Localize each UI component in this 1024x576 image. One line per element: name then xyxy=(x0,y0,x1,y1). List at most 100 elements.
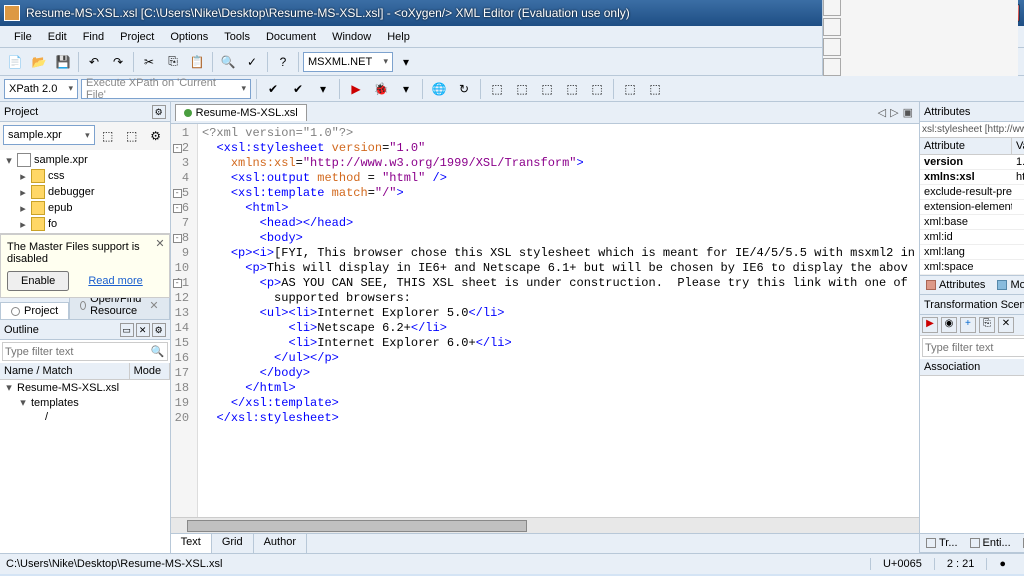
find-icon[interactable]: 🔍 xyxy=(217,51,239,73)
project-combo[interactable]: sample.xpr xyxy=(3,125,95,145)
trans-dup-icon[interactable]: ⎘ xyxy=(979,317,995,333)
col-mode[interactable]: Mode xyxy=(130,363,170,379)
attr-row[interactable]: extension-element-p... xyxy=(920,200,1024,215)
help-icon[interactable]: ? xyxy=(272,51,294,73)
bottom-tab[interactable]: Enti... xyxy=(964,534,1017,552)
outline-close-icon[interactable]: ✕ xyxy=(136,323,150,337)
tool-icon-2[interactable]: ⬚ xyxy=(511,78,533,100)
dropdown-icon[interactable]: ▾ xyxy=(395,51,417,73)
attr-col-value[interactable]: Value xyxy=(1012,138,1024,154)
perspective-icon-4[interactable] xyxy=(823,58,841,76)
tab-attributes[interactable]: Attributes xyxy=(920,276,991,294)
trans-filter-input[interactable] xyxy=(925,341,1024,354)
tree-item[interactable]: ▸debugger xyxy=(4,184,166,200)
cut-icon[interactable]: ✂ xyxy=(138,51,160,73)
outline-item[interactable]: / xyxy=(0,410,170,424)
tree-item[interactable]: ▸fo xyxy=(4,216,166,232)
attr-row[interactable]: xmlns:xslhttp://www.w3.org/... xyxy=(920,170,1024,185)
code-editor[interactable]: 1-234-5-67-8910-11121314151617181920 <?x… xyxy=(171,124,919,517)
proj-settings-icon[interactable]: ⚙ xyxy=(145,125,167,147)
project-tree[interactable]: ▾sample.xpr▸css▸debugger▸epub▸fo▸import xyxy=(0,150,170,234)
menu-edit[interactable]: Edit xyxy=(40,28,75,46)
attr-row[interactable]: xml:lang xyxy=(920,245,1024,260)
open-icon[interactable]: 📂 xyxy=(28,51,50,73)
perspective-icon-1[interactable] xyxy=(823,0,841,16)
tool-icon-3[interactable]: ⬚ xyxy=(536,78,558,100)
search-icon[interactable]: 🔍 xyxy=(151,345,165,358)
attr-col-name[interactable]: Attribute xyxy=(920,138,1012,154)
outline-panel-header: Outline ▭ ✕ ⚙ xyxy=(0,320,170,340)
tab-max-icon[interactable]: ▣ xyxy=(903,106,913,119)
tool-icon-1[interactable]: ⬚ xyxy=(486,78,508,100)
outline-min-icon[interactable]: ▭ xyxy=(120,323,134,337)
nav-left-icon[interactable]: ◁ xyxy=(878,106,886,119)
save-icon[interactable]: 💾 xyxy=(52,51,74,73)
attr-row[interactable]: exclude-result-prefixes xyxy=(920,185,1024,200)
menu-window[interactable]: Window xyxy=(324,28,379,46)
tool-icon-7[interactable]: ⬚ xyxy=(644,78,666,100)
bottom-tab[interactable]: Tr... xyxy=(920,534,964,552)
trans-col-assoc[interactable]: Association xyxy=(920,359,1024,375)
paste-icon[interactable]: 📋 xyxy=(186,51,208,73)
run-icon[interactable]: ▶ xyxy=(345,78,367,100)
redo-icon[interactable]: ↷ xyxy=(107,51,129,73)
xpath-input[interactable]: Execute XPath on 'Current File' xyxy=(81,79,251,99)
menu-document[interactable]: Document xyxy=(258,28,324,46)
copy-icon[interactable]: ⎘ xyxy=(162,51,184,73)
trans-debug-icon[interactable]: ◉ xyxy=(941,317,957,333)
notice-close-icon[interactable]: ✕ xyxy=(155,237,164,250)
config-icon[interactable]: ▾ xyxy=(395,78,417,100)
outline-gear-icon[interactable]: ⚙ xyxy=(152,323,166,337)
tool-icon-4[interactable]: ⬚ xyxy=(561,78,583,100)
attr-row[interactable]: xml:space xyxy=(920,260,1024,275)
new-icon[interactable]: 📄 xyxy=(4,51,26,73)
read-more-link[interactable]: Read more xyxy=(88,275,142,287)
engine-combo[interactable]: MSXML.NET xyxy=(303,52,393,72)
menu-file[interactable]: File xyxy=(6,28,40,46)
menu-find[interactable]: Find xyxy=(75,28,112,46)
menu-project[interactable]: Project xyxy=(112,28,162,46)
nav-right-icon[interactable]: ▷ xyxy=(890,106,898,119)
mode-grid[interactable]: Grid xyxy=(212,534,254,553)
editor-tab[interactable]: Resume-MS-XSL.xsl xyxy=(175,104,307,121)
attr-row[interactable]: xml:base xyxy=(920,215,1024,230)
attr-row[interactable]: version1.0 xyxy=(920,155,1024,170)
perspective-icon-3[interactable] xyxy=(823,38,841,56)
refresh-icon[interactable]: ↻ xyxy=(453,78,475,100)
tree-item[interactable]: ▸css xyxy=(4,168,166,184)
outline-filter-input[interactable] xyxy=(5,345,151,358)
debug-icon[interactable]: 🐞 xyxy=(370,78,392,100)
proj-btn-1[interactable]: ⬚ xyxy=(97,125,119,147)
tree-item[interactable]: ▾sample.xpr xyxy=(4,152,166,168)
enable-button[interactable]: Enable xyxy=(7,271,69,291)
perspective-icon-2[interactable] xyxy=(823,18,841,36)
outline-item[interactable]: ▾Resume-MS-XSL.xsl xyxy=(0,380,170,395)
menu-options[interactable]: Options xyxy=(162,28,216,46)
h-scrollbar[interactable] xyxy=(171,517,919,533)
tab-project[interactable]: Project xyxy=(0,302,69,319)
tool-icon-5[interactable]: ⬚ xyxy=(586,78,608,100)
menu-tools[interactable]: Tools xyxy=(216,28,258,46)
browser-icon[interactable]: 🌐 xyxy=(428,78,450,100)
spell-icon[interactable]: ✓ xyxy=(241,51,263,73)
tool-icon-6[interactable]: ⬚ xyxy=(619,78,641,100)
trans-run-icon[interactable]: ▶ xyxy=(922,317,938,333)
undo-icon[interactable]: ↶ xyxy=(83,51,105,73)
tab-model[interactable]: Model xyxy=(991,276,1024,294)
trans-add-icon[interactable]: + xyxy=(960,317,976,333)
mode-text[interactable]: Text xyxy=(171,534,212,553)
bottom-tab[interactable]: El... xyxy=(1017,534,1024,552)
attr-row[interactable]: xml:id xyxy=(920,230,1024,245)
mode-author[interactable]: Author xyxy=(254,534,307,553)
outline-item[interactable]: ▾templates xyxy=(0,395,170,410)
proj-btn-2[interactable]: ⬚ xyxy=(121,125,143,147)
panel-gear-icon[interactable]: ⚙ xyxy=(152,105,166,119)
trans-del-icon[interactable]: ✕ xyxy=(998,317,1014,333)
xpath-version-combo[interactable]: XPath 2.0 xyxy=(4,79,78,99)
menu-help[interactable]: Help xyxy=(379,28,418,46)
validate-icon[interactable]: ✔ xyxy=(262,78,284,100)
wellformed-icon[interactable]: ✔ xyxy=(287,78,309,100)
check-icon[interactable]: ▾ xyxy=(312,78,334,100)
col-name[interactable]: Name / Match xyxy=(0,363,130,379)
tree-item[interactable]: ▸epub xyxy=(4,200,166,216)
